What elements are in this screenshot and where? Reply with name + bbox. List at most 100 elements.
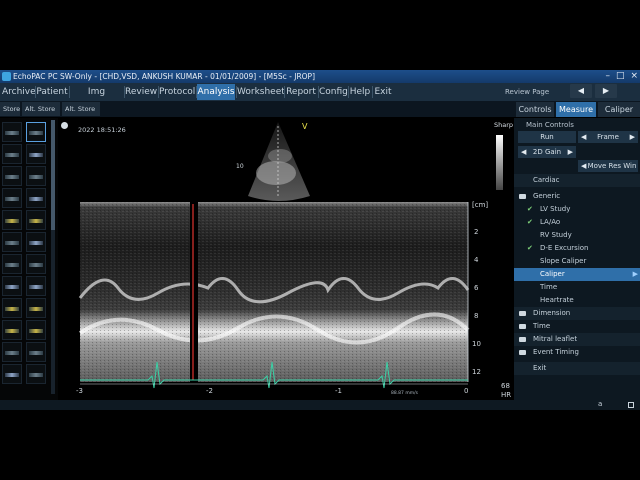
menu-worksheet[interactable]: Worksheet — [237, 84, 285, 100]
tab-measure[interactable]: Measure — [556, 102, 596, 117]
thumbnail[interactable] — [26, 166, 46, 186]
thumbnail[interactable] — [26, 144, 46, 164]
thumbnail[interactable] — [26, 298, 46, 318]
thumbnail[interactable] — [2, 276, 22, 296]
measure-item-caliper[interactable]: Caliper ▶ — [514, 268, 640, 281]
folder-label: Time — [533, 322, 551, 330]
check-icon: ✔ — [527, 244, 533, 252]
triangle-left-icon[interactable]: ◀ — [581, 131, 586, 143]
frame-control[interactable]: ◀ Frame ▶ — [578, 131, 638, 143]
hr-value: 68 — [501, 382, 510, 390]
thumbnail[interactable] — [2, 144, 22, 164]
triangle-left-icon[interactable]: ◀ — [581, 160, 586, 172]
measure-item-de-excursion[interactable]: ✔ D-E Excursion — [514, 242, 640, 255]
thumbnail[interactable] — [2, 122, 22, 142]
thumbnail[interactable] — [26, 342, 46, 362]
close-button[interactable]: × — [630, 70, 638, 83]
thumbnail[interactable] — [26, 276, 46, 296]
menu-exit[interactable]: Exit — [373, 84, 393, 100]
thumbnail[interactable] — [26, 254, 46, 274]
folder-icon — [519, 337, 526, 342]
zoom-icon[interactable] — [61, 122, 68, 129]
thumbnail[interactable] — [2, 298, 22, 318]
measure-item-time[interactable]: Time — [514, 281, 640, 294]
measure-item-label: D-E Excursion — [540, 244, 589, 252]
hr-label: HR — [501, 391, 511, 399]
menu-help[interactable]: Help — [349, 84, 371, 100]
event-timing-folder[interactable]: Event Timing — [514, 346, 640, 359]
thumbnail[interactable] — [2, 188, 22, 208]
measure-item-rv-study[interactable]: RV Study — [514, 229, 640, 242]
m-mode-image: [cm] 2 4 6 8 10 12 -3 -2 -1 0 88.87 mm/s… — [76, 122, 511, 399]
thumbnail[interactable] — [26, 210, 46, 230]
measure-item-la-ao[interactable]: ✔ LA/Ao — [514, 216, 640, 229]
review-next-button[interactable]: ▶ — [595, 84, 617, 98]
thumbnail[interactable] — [2, 364, 22, 384]
triangle-right-icon[interactable]: ▶ — [630, 131, 635, 143]
thumbnail[interactable] — [26, 364, 46, 384]
triangle-right-icon[interactable]: ▶ — [568, 146, 573, 158]
menu-protocol[interactable]: Protocol — [159, 84, 195, 100]
folder-label: Dimension — [533, 309, 571, 317]
review-page-label: Review Page — [505, 88, 550, 96]
v-marker: V — [302, 122, 308, 131]
menu-archive[interactable]: Archive — [2, 84, 36, 100]
time-folder[interactable]: Time — [514, 320, 640, 333]
folder-icon — [519, 194, 526, 199]
minimize-button[interactable]: – — [605, 70, 610, 83]
frame-label: Frame — [597, 133, 619, 141]
status-bar — [0, 400, 640, 410]
mitral-leaflet-folder[interactable]: Mitral leaflet — [514, 333, 640, 346]
menu-analysis[interactable]: Analysis — [197, 84, 235, 100]
depth-unit-label: [cm] — [472, 201, 488, 209]
thumbnail[interactable] — [2, 166, 22, 186]
grayscale-bar — [496, 135, 503, 190]
time-axis: -3 -2 -1 0 88.87 mm/s — [76, 383, 468, 396]
move-res-win-control[interactable]: ◀ Move Res Win — [578, 160, 638, 172]
menu-img-browser[interactable]: Img Browser — [70, 84, 123, 113]
menu-config[interactable]: Config — [319, 84, 348, 100]
thumbnail[interactable] — [26, 188, 46, 208]
run-button[interactable]: Run — [518, 131, 576, 143]
image-viewer[interactable]: [cm] 2 4 6 8 10 12 -3 -2 -1 0 88.87 mm/s… — [58, 118, 514, 400]
status-indicator: a — [598, 400, 603, 408]
measure-item-lv-study[interactable]: ✔ LV Study — [514, 203, 640, 216]
thumbnail[interactable] — [26, 232, 46, 252]
thumbnail[interactable] — [2, 320, 22, 340]
menu-patient[interactable]: Patient — [36, 84, 68, 100]
triangle-right-icon: ▶ — [632, 270, 638, 278]
sweep-speed-label: 88.87 mm/s — [391, 390, 419, 396]
store-button[interactable]: Store — [0, 102, 20, 116]
maximize-button[interactable]: □ — [616, 70, 625, 83]
review-prev-button[interactable]: ◀ — [570, 84, 592, 98]
status-square-icon — [628, 402, 634, 408]
thumbnail[interactable] — [2, 342, 22, 362]
alt-store-2-button[interactable]: Alt. Store 2 — [62, 102, 100, 127]
measure-item-slope-caliper[interactable]: Slope Caliper — [514, 255, 640, 268]
2d-sector-thumbnail — [248, 122, 310, 201]
time-tick-label: -2 — [206, 387, 213, 395]
sweep-marker — [192, 204, 194, 380]
menu-report[interactable]: Report — [285, 84, 317, 100]
2d-gain-control[interactable]: ◀ 2D Gain ▶ — [518, 146, 576, 158]
measure-item-heartrate[interactable]: Heartrate — [514, 294, 640, 307]
thumbnail[interactable] — [2, 232, 22, 252]
measure-exit-button[interactable]: Exit — [514, 362, 640, 375]
thumbnail[interactable] — [26, 320, 46, 340]
triangle-left-icon[interactable]: ◀ — [521, 146, 526, 158]
thumbnail-scrollbar[interactable] — [51, 120, 55, 394]
thumbnail[interactable] — [26, 122, 46, 142]
tab-controls[interactable]: Controls — [516, 102, 554, 117]
depth-scale: [cm] 2 4 6 8 10 12 — [467, 201, 488, 382]
tab-caliper[interactable]: Caliper — [598, 102, 640, 117]
alt-store-1-button[interactable]: Alt. Store 1 — [22, 102, 60, 127]
thumbnail[interactable] — [2, 210, 22, 230]
cardiac-label: Cardiac — [533, 176, 560, 184]
menu-review[interactable]: Review — [125, 84, 157, 100]
dimension-folder[interactable]: Dimension — [514, 307, 640, 320]
thumbnail[interactable] — [2, 254, 22, 274]
m-mode-strip — [78, 202, 470, 382]
generic-folder[interactable]: Generic — [514, 190, 640, 203]
folder-label: Event Timing — [533, 348, 579, 356]
cardiac-section[interactable]: Cardiac — [514, 174, 640, 187]
